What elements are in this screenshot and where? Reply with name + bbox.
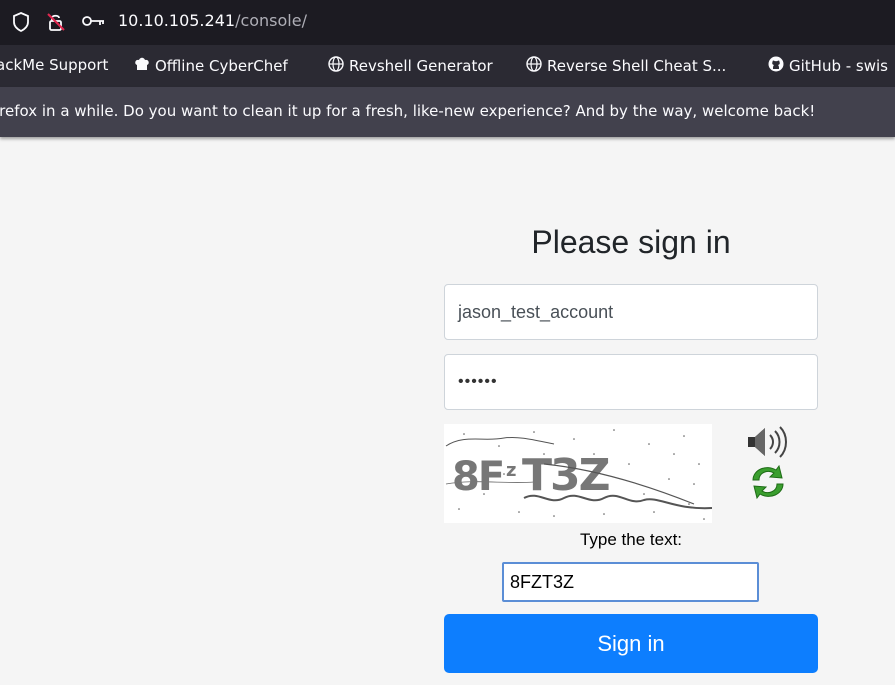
bookmark-revshell-generator[interactable]: Revshell Generator <box>328 56 493 76</box>
svg-text:T3Z: T3Z <box>522 450 609 501</box>
github-icon <box>768 56 784 76</box>
sign-in-button[interactable]: Sign in <box>444 614 818 673</box>
captcha-image: 8F z T3Z <box>444 424 712 523</box>
url-text[interactable]: 10.10.105.241/console/ <box>118 11 307 30</box>
captcha-refresh-icon[interactable] <box>748 462 788 506</box>
password-field[interactable]: •••••• <box>444 354 818 410</box>
captcha-audio-icon[interactable] <box>746 424 790 464</box>
username-value: jason_test_account <box>458 301 614 322</box>
bookmark-label: Offline CyberChef <box>155 57 288 75</box>
url-host: 10.10.105.241 <box>118 11 236 30</box>
username-field[interactable]: jason_test_account <box>444 284 818 340</box>
bookmarks-toolbar: ackMe Support Offline CyberChef Revshell… <box>0 45 895 87</box>
bookmark-label: Revshell Generator <box>349 57 493 75</box>
chef-hat-icon <box>134 56 150 76</box>
shield-icon[interactable] <box>12 12 30 36</box>
svg-text:8F: 8F <box>452 454 503 500</box>
notification-text: irefox in a while. Do you want to clean … <box>0 102 816 120</box>
url-bar[interactable]: 10.10.105.241/console/ <box>0 0 895 45</box>
bookmark-github[interactable]: GitHub - swis <box>768 56 888 76</box>
password-value: •••••• <box>458 373 498 390</box>
captcha-prompt: Type the text: <box>579 530 683 549</box>
page-title: Please sign in <box>531 224 731 260</box>
svg-text:z: z <box>506 460 516 481</box>
refresh-notification-bar: irefox in a while. Do you want to clean … <box>0 87 895 137</box>
bookmark-label: GitHub - swis <box>789 57 888 75</box>
insecure-lock-icon[interactable] <box>46 12 66 36</box>
bookmark-tryhackme-support[interactable]: ackMe Support <box>0 56 108 74</box>
captcha-input[interactable]: 8FZT3Z <box>502 562 759 602</box>
bookmark-reverse-shell-cheat-sheet[interactable]: Reverse Shell Cheat S... <box>526 56 726 76</box>
bookmark-offline-cyberchef[interactable]: Offline CyberChef <box>134 56 288 76</box>
key-icon[interactable] <box>82 14 106 32</box>
url-path: /console/ <box>235 11 307 30</box>
bookmark-label: ackMe Support <box>0 56 109 74</box>
bookmark-label: Reverse Shell Cheat S... <box>547 57 727 75</box>
globe-icon <box>526 56 542 76</box>
globe-icon <box>328 56 344 76</box>
captcha-input-value: 8FZT3Z <box>510 571 575 592</box>
